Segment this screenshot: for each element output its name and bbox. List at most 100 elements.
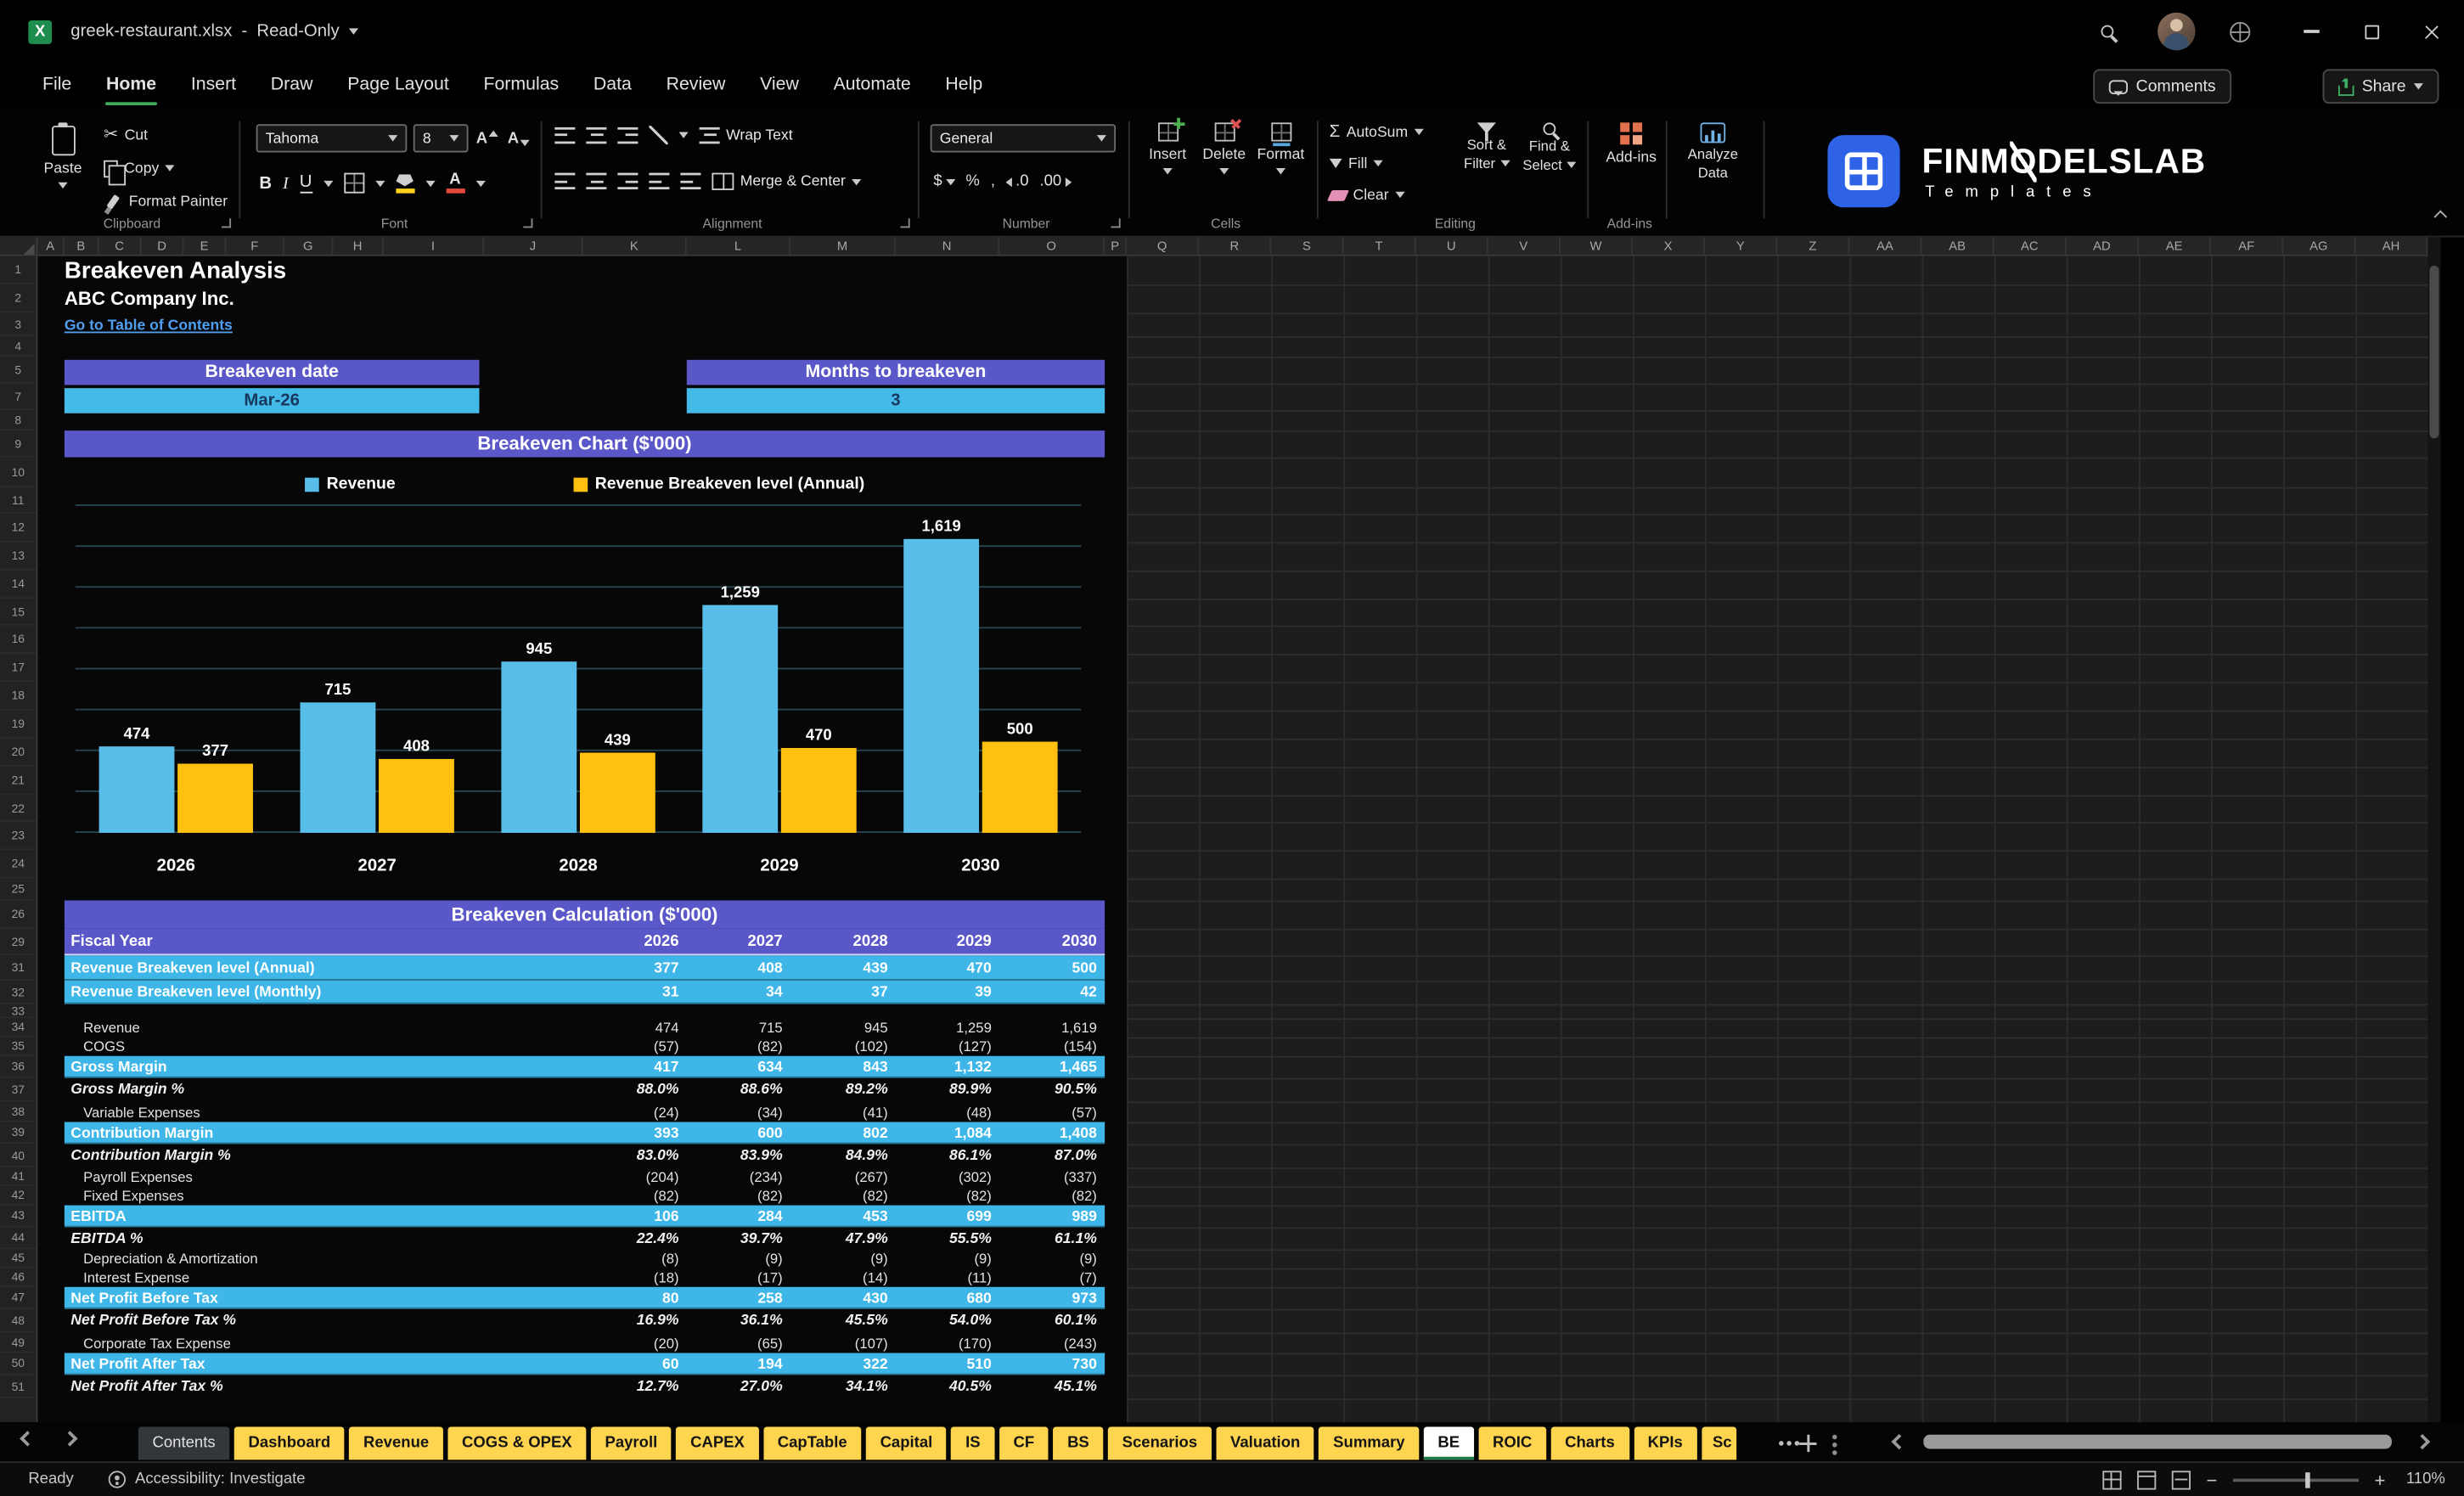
breakeven-chart[interactable]: 474 377 715 408 945 439 1,259 470 1,619 500 xyxy=(75,504,1082,833)
sheet-tab-sc[interactable]: Sc xyxy=(1702,1426,1736,1460)
table-cell[interactable]: 408 xyxy=(687,959,790,976)
scroll-right-icon[interactable] xyxy=(2414,1433,2431,1450)
minimize-button[interactable] xyxy=(2288,0,2336,63)
table-header-year[interactable]: 2026 xyxy=(583,932,687,949)
row-header-37[interactable]: 37 xyxy=(0,1078,37,1102)
table-cell[interactable]: (34) xyxy=(687,1104,790,1120)
breakeven-date-value[interactable]: Mar-26 xyxy=(64,388,480,413)
table-cell[interactable]: 730 xyxy=(999,1355,1105,1372)
accounting-format-button[interactable]: $ xyxy=(933,173,955,190)
chevron-down-icon[interactable] xyxy=(425,179,435,187)
table-cell[interactable]: (57) xyxy=(583,1038,687,1055)
table-cell[interactable]: 470 xyxy=(896,959,999,976)
increase-decimal-button[interactable]: .0 xyxy=(1005,173,1029,190)
ribbon-tab-view[interactable]: View xyxy=(743,65,816,107)
zoom-out-button[interactable]: − xyxy=(2206,1470,2217,1488)
row-header-42[interactable]: 42 xyxy=(0,1186,37,1206)
row-header-50[interactable]: 50 xyxy=(0,1353,37,1375)
table-cell[interactable]: 34.1% xyxy=(790,1378,896,1395)
borders-button[interactable] xyxy=(343,172,364,194)
table-cell[interactable]: 27.0% xyxy=(687,1378,790,1395)
table-cell[interactable]: 45.1% xyxy=(999,1378,1105,1395)
table-cell[interactable]: 1,619 xyxy=(999,1020,1105,1036)
sheet-tab-cf[interactable]: CF xyxy=(999,1426,1049,1460)
column-header-A[interactable]: A xyxy=(37,237,65,255)
addins-button[interactable]: Add-ins xyxy=(1600,122,1662,166)
table-cell[interactable]: 439 xyxy=(790,959,896,976)
table-row-label[interactable]: Net Profit After Tax xyxy=(65,1355,583,1372)
table-cell[interactable]: 973 xyxy=(999,1290,1105,1307)
column-header-J[interactable]: J xyxy=(484,237,583,255)
table-cell[interactable]: 377 xyxy=(583,959,687,976)
ribbon-tab-help[interactable]: Help xyxy=(928,65,1000,107)
zoom-slider[interactable] xyxy=(2232,1471,2360,1488)
page-layout-view-button[interactable] xyxy=(2137,1470,2157,1489)
decrease-decimal-button[interactable]: .00 xyxy=(1039,173,1072,190)
row-header-15[interactable]: 15 xyxy=(0,599,37,626)
row-header-8[interactable]: 8 xyxy=(0,410,37,431)
row-header-43[interactable]: 43 xyxy=(0,1206,37,1228)
row-header-4[interactable]: 4 xyxy=(0,336,37,357)
table-row-label[interactable]: Revenue xyxy=(65,1020,583,1036)
table-cell[interactable]: 61.1% xyxy=(999,1229,1105,1246)
ribbon-tab-insert[interactable]: Insert xyxy=(173,65,253,107)
column-header-AD[interactable]: AD xyxy=(2067,237,2139,255)
table-cell[interactable]: 945 xyxy=(790,1020,896,1036)
italic-button[interactable]: I xyxy=(283,174,289,193)
table-cell[interactable]: (337) xyxy=(999,1169,1105,1185)
table-cell[interactable]: 699 xyxy=(896,1207,999,1224)
sort-filter-button[interactable]: Sort & Filter xyxy=(1455,122,1518,172)
accessibility-status[interactable]: Accessibility: Investigate xyxy=(135,1471,306,1488)
sheet-tab-valuation[interactable]: Valuation xyxy=(1216,1426,1314,1460)
tab-scroll-left-icon[interactable] xyxy=(20,1431,36,1447)
table-cell[interactable]: (234) xyxy=(687,1169,790,1185)
sheet-tab-scenarios[interactable]: Scenarios xyxy=(1108,1426,1212,1460)
row-header-16[interactable]: 16 xyxy=(0,626,37,654)
table-row-label[interactable]: EBITDA % xyxy=(65,1229,583,1246)
table-cell[interactable]: 417 xyxy=(583,1059,687,1076)
grow-font-button[interactable]: A xyxy=(476,124,499,152)
copy-button[interactable]: Copy xyxy=(104,155,175,185)
table-row-label[interactable]: Net Profit Before Tax % xyxy=(65,1312,583,1329)
table-cell[interactable]: (57) xyxy=(999,1104,1105,1120)
row-header-45[interactable]: 45 xyxy=(0,1249,37,1268)
scroll-left-icon[interactable] xyxy=(1891,1433,1907,1450)
table-cell[interactable]: 1,259 xyxy=(896,1020,999,1036)
breakeven-bar-2029[interactable] xyxy=(780,747,857,833)
chart-title-banner[interactable]: Breakeven Chart ($'000) xyxy=(64,430,1105,458)
table-cell[interactable]: (18) xyxy=(583,1269,687,1285)
row-header-14[interactable]: 14 xyxy=(0,571,37,599)
table-row-label[interactable]: Net Profit Before Tax xyxy=(65,1290,583,1307)
delete-cells-button[interactable]: Delete xyxy=(1197,115,1251,175)
comments-button[interactable]: Comments xyxy=(2093,69,2232,104)
sheet-tab-capital[interactable]: Capital xyxy=(865,1426,947,1460)
dialog-launcher-icon[interactable] xyxy=(523,218,533,228)
table-cell[interactable]: 47.9% xyxy=(790,1229,896,1246)
column-header-Z[interactable]: Z xyxy=(1777,237,1850,255)
table-cell[interactable]: 322 xyxy=(790,1355,896,1372)
table-row-label[interactable]: Fixed Expenses xyxy=(65,1188,583,1204)
orientation-button[interactable] xyxy=(649,126,668,145)
column-header-AG[interactable]: AG xyxy=(2283,237,2356,255)
sheet-tab-cogs-opex[interactable]: COGS & OPEX xyxy=(447,1426,587,1460)
table-cell[interactable]: 194 xyxy=(687,1355,790,1372)
breakeven-bar-2027[interactable] xyxy=(379,758,454,833)
sheet-tab-contents[interactable]: Contents xyxy=(138,1426,230,1460)
zoom-in-button[interactable]: + xyxy=(2375,1470,2386,1488)
table-cell[interactable]: 12.7% xyxy=(583,1378,687,1395)
table-row-label[interactable]: Revenue Breakeven level (Monthly) xyxy=(65,984,583,1001)
table-cell[interactable]: (65) xyxy=(687,1335,790,1351)
breakeven-bar-2030[interactable] xyxy=(982,741,1058,833)
table-cell[interactable]: (14) xyxy=(790,1269,896,1285)
chevron-down-icon[interactable] xyxy=(374,179,385,187)
clear-button[interactable]: Clear xyxy=(1326,183,1405,208)
table-row-label[interactable]: Corporate Tax Expense xyxy=(65,1335,583,1351)
table-cell[interactable]: (11) xyxy=(896,1269,999,1285)
table-row-label[interactable]: Contribution Margin xyxy=(65,1124,583,1141)
row-header-48[interactable]: 48 xyxy=(0,1309,37,1333)
vertical-scrollbar[interactable] xyxy=(2427,237,2441,1422)
fill-button[interactable]: Fill xyxy=(1329,151,1383,177)
row-header-1[interactable]: 1 xyxy=(0,256,37,284)
select-all-corner[interactable] xyxy=(0,237,38,256)
sheet-title-cell[interactable]: Breakeven Analysis xyxy=(65,258,286,284)
